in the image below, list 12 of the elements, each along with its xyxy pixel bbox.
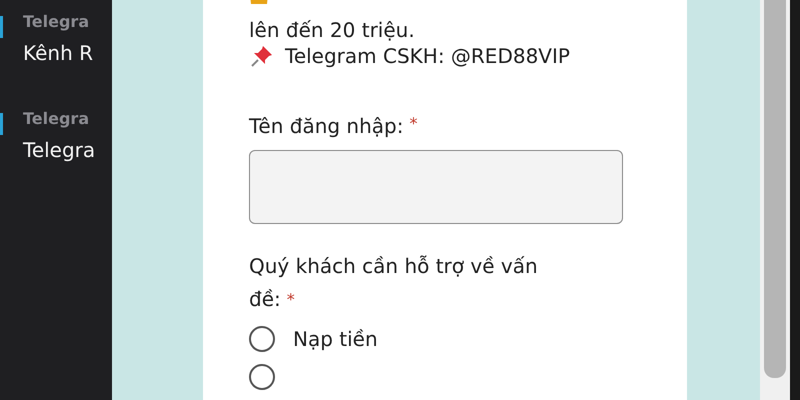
question-label: Quý khách cần hỗ trợ về vấn: [249, 254, 538, 278]
channel-label: Telegra: [23, 109, 90, 128]
channel-link[interactable]: Kênh R: [23, 41, 94, 65]
intro-text: Telegram CSKH: @RED88VIP: [285, 44, 570, 68]
question-label: đề:: [249, 287, 281, 311]
field-label: Tên đăng nhập:: [249, 114, 404, 138]
required-asterisk: *: [286, 290, 295, 309]
intro-text: lên đến 20 triệu.: [249, 18, 415, 42]
option-label[interactable]: Nạp tiền: [293, 327, 378, 351]
channel-label: Telegra: [23, 12, 90, 31]
channel-link[interactable]: Telegra: [23, 138, 96, 162]
required-asterisk: *: [409, 114, 418, 133]
